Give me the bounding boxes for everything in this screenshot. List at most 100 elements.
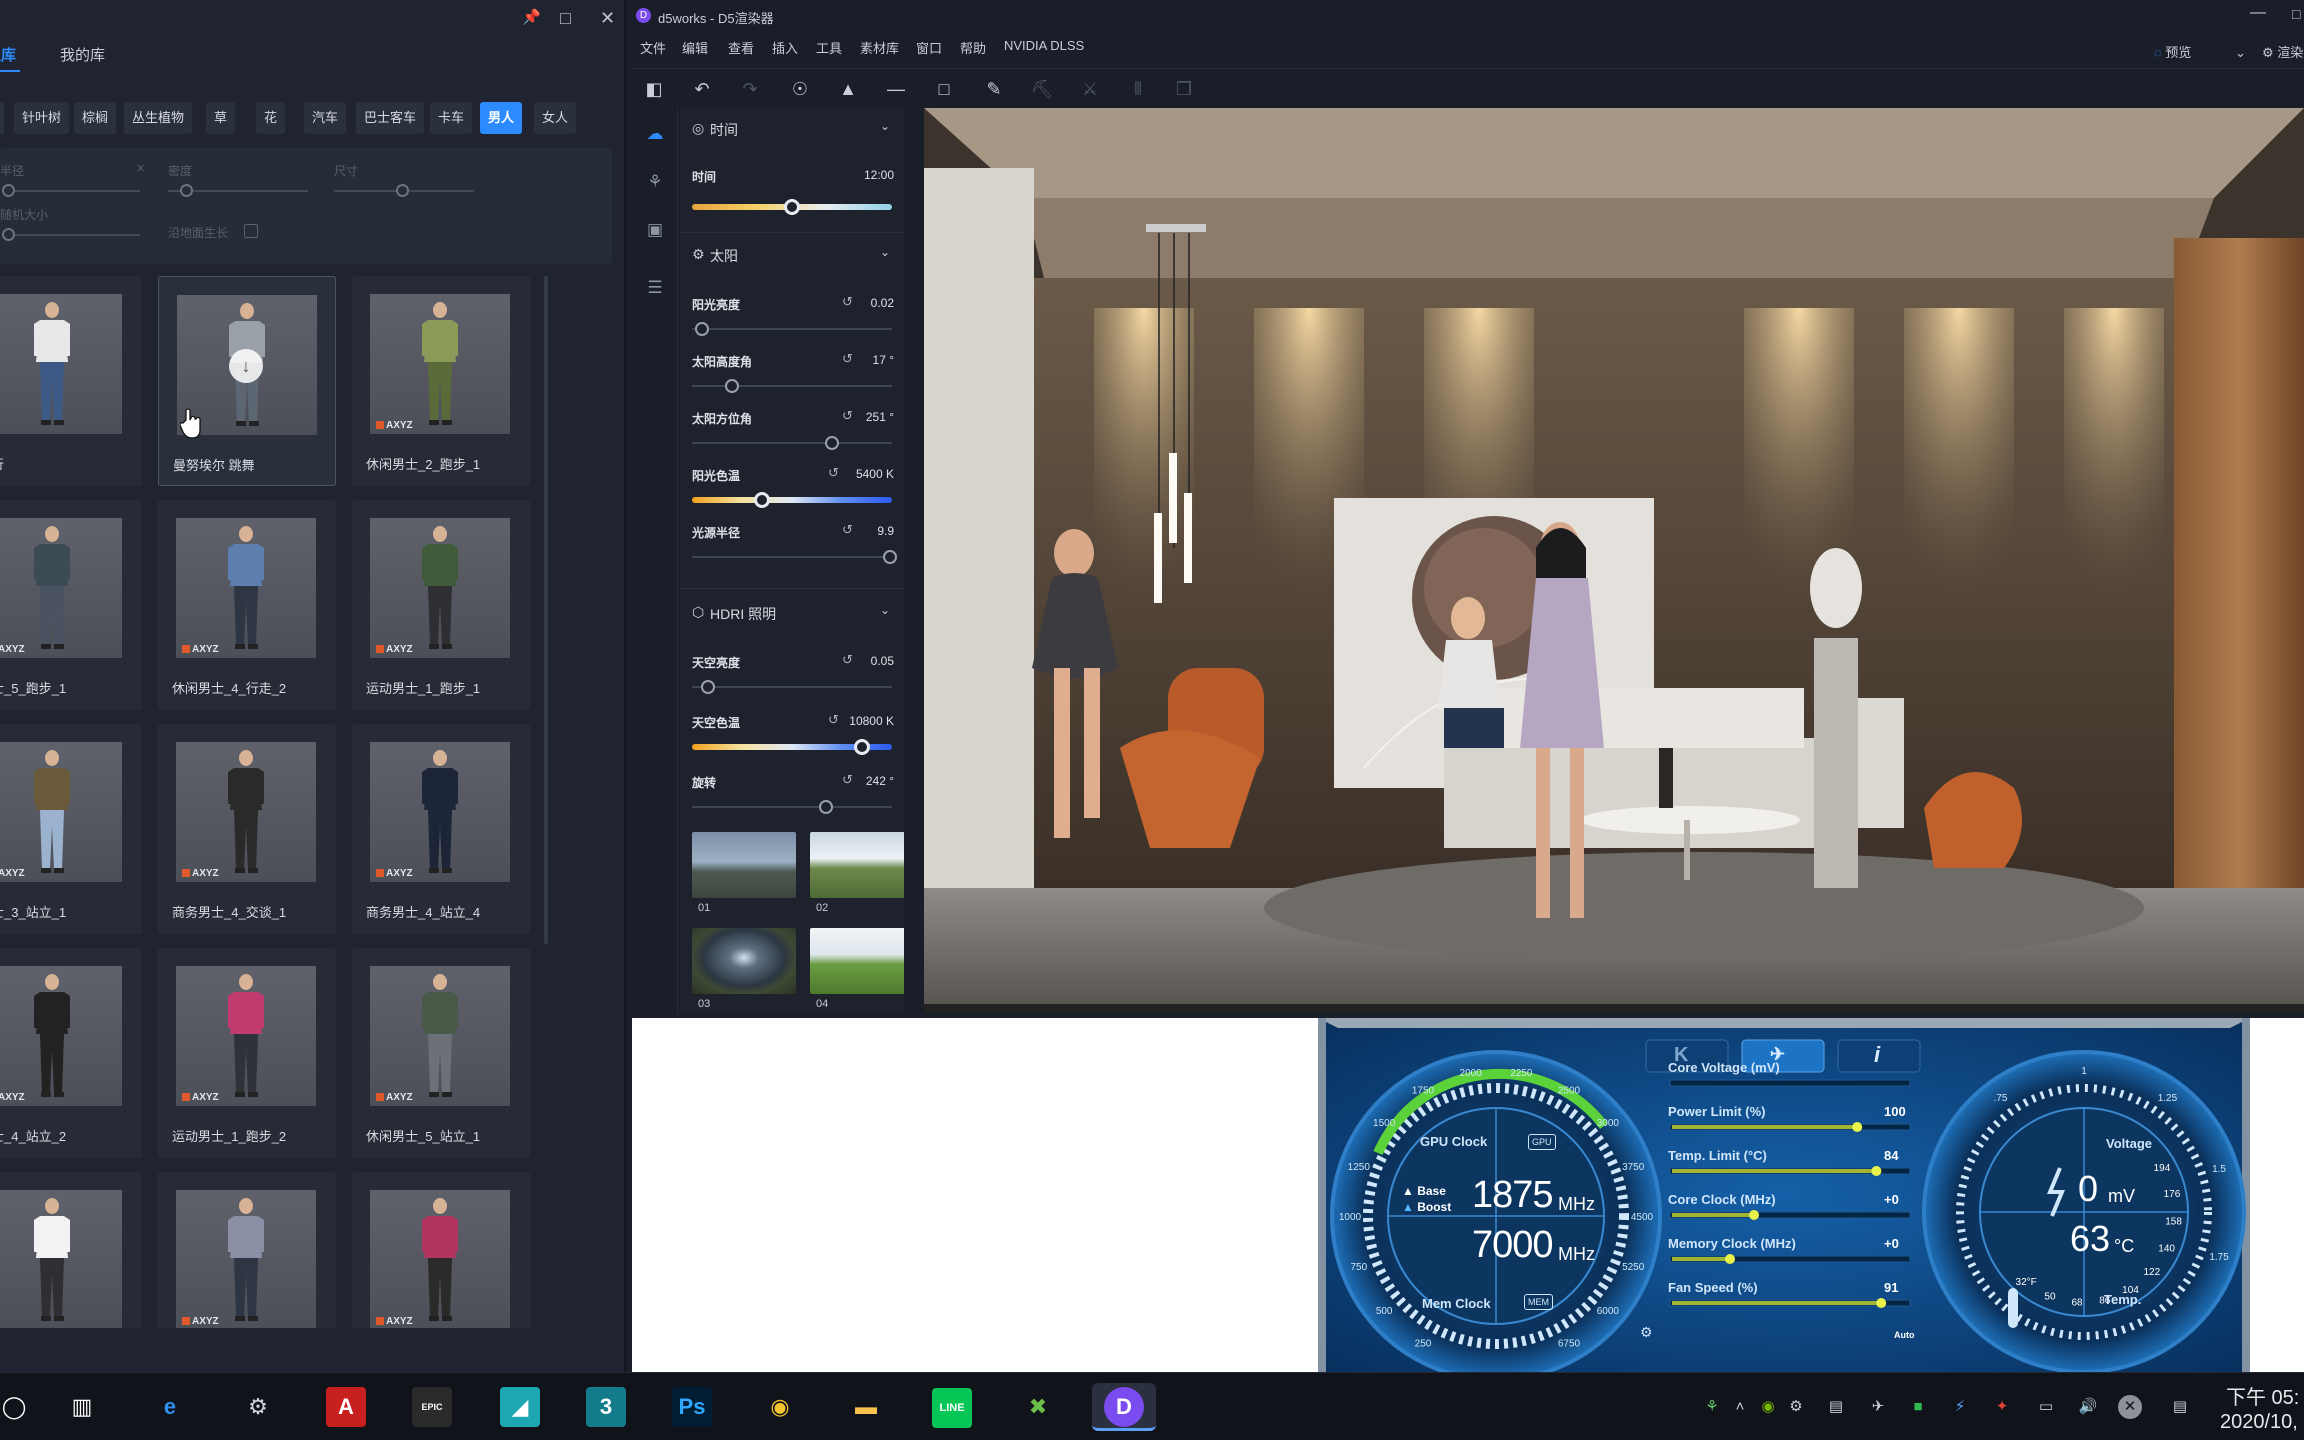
- reset-icon[interactable]: ↺: [842, 294, 853, 310]
- taskbar-task-view-button[interactable]: ▥: [50, 1383, 114, 1431]
- asset-card[interactable]: AXYZ 休闲男士_5_站立_1: [352, 948, 530, 1158]
- hdri-map-01[interactable]: [692, 832, 796, 898]
- slider-knob[interactable]: [701, 680, 715, 694]
- tray-monitor-icon[interactable]: ▭: [2034, 1395, 2058, 1419]
- menu-file[interactable]: 文件: [640, 38, 666, 57]
- ab-slider-knob[interactable]: [1876, 1298, 1887, 1308]
- menu-window[interactable]: 窗口: [916, 38, 942, 57]
- ab-slider-knob[interactable]: [1871, 1166, 1882, 1176]
- render-viewport[interactable]: [924, 108, 2304, 1012]
- category-palm[interactable]: 棕榈: [74, 102, 117, 134]
- tab-model-library[interactable]: 型库: [0, 44, 16, 65]
- fan-auto-label[interactable]: Auto: [1894, 1330, 1915, 1340]
- settings-gear-icon[interactable]: ⚙: [1640, 1324, 1653, 1341]
- menu-insert[interactable]: 插入: [772, 38, 798, 57]
- taskbar-3ds-max-2-button[interactable]: 3: [574, 1383, 638, 1431]
- reset-icon[interactable]: ↺: [842, 652, 853, 668]
- hdri-map-02[interactable]: [810, 832, 904, 898]
- download-icon[interactable]: ↓: [229, 349, 263, 383]
- copy-icon[interactable]: ❐: [1172, 77, 1196, 101]
- clock-date[interactable]: 2020/10,: [2220, 1411, 2298, 1434]
- taskbar-xbox-button[interactable]: ✖: [1006, 1383, 1070, 1431]
- reset-icon[interactable]: ↺: [842, 772, 853, 788]
- asset-card[interactable]: AXYZ 休闲男士_4_行走_2: [158, 500, 336, 710]
- tray-steam-icon[interactable]: ⚙: [1784, 1395, 1808, 1419]
- tray-acrobat-icon[interactable]: ✦: [1990, 1395, 2014, 1419]
- category-bus[interactable]: 巴士客车: [356, 102, 425, 134]
- line-icon[interactable]: —: [884, 77, 908, 101]
- category-car[interactable]: 汽车: [304, 102, 347, 134]
- category-women[interactable]: 女人: [534, 102, 577, 134]
- reset-icon[interactable]: ↺: [842, 522, 853, 538]
- slider-knob[interactable]: [825, 436, 839, 450]
- paint-icon[interactable]: ⛏: [1030, 77, 1054, 101]
- render-button[interactable]: ⚙ 渲染: [2262, 42, 2303, 61]
- asset-card[interactable]: AXYZ 休闲男士_2_跑步_1: [352, 276, 530, 486]
- camera-icon[interactable]: ▣: [643, 218, 667, 242]
- asset-card[interactable]: [0, 1172, 142, 1328]
- asset-card[interactable]: ↓ 曼努埃尔 跳舞: [158, 276, 336, 486]
- taskbar-d5-render-button[interactable]: D: [1092, 1383, 1156, 1431]
- category-flower[interactable]: 花: [256, 102, 286, 134]
- tray-nvidia-green-icon[interactable]: ⚘: [1700, 1395, 1724, 1419]
- ab-slider-knob[interactable]: [1725, 1254, 1735, 1264]
- density-knob[interactable]: [180, 184, 193, 197]
- taskbar-line-button[interactable]: LINE: [920, 1383, 984, 1431]
- menu-tools[interactable]: 工具: [816, 38, 842, 57]
- tray-device-icon[interactable]: ▤: [1824, 1395, 1848, 1419]
- sun-section-header[interactable]: ⚙ 太阳 ⌄: [680, 234, 904, 274]
- taskbar-edge-button[interactable]: e: [138, 1383, 202, 1431]
- move-icon[interactable]: ▲: [836, 77, 860, 101]
- slider-knob[interactable]: [695, 322, 709, 336]
- asset-card[interactable]: AXYZ 商务男士_4_交谈_1: [158, 724, 336, 934]
- asset-card[interactable]: AXYZ 运动男士_1_跑步_1: [352, 500, 530, 710]
- slider-knob[interactable]: [725, 379, 739, 393]
- menu-view[interactable]: 查看: [728, 38, 754, 57]
- tray-wifi-icon[interactable]: ⚡: [1948, 1395, 1972, 1419]
- time-slider-knob[interactable]: [784, 199, 800, 215]
- pin-icon[interactable]: 📌: [522, 8, 541, 26]
- lock-icon[interactable]: ✕: [136, 162, 145, 175]
- drop-to-ground-checkbox[interactable]: [244, 224, 258, 238]
- taskbar-cortana-button[interactable]: ◯: [0, 1383, 46, 1431]
- minimize-icon[interactable]: —: [2250, 4, 2266, 22]
- taskbar-photoshop-button[interactable]: Ps: [660, 1383, 724, 1431]
- asset-card[interactable]: AXYZ 商务男士_4_站立_4: [352, 724, 530, 934]
- library-scrollbar[interactable]: [544, 276, 548, 944]
- taskbar-chrome-button[interactable]: ◉: [748, 1383, 812, 1431]
- ab-slider-knob[interactable]: [1852, 1122, 1863, 1132]
- tab-my-library[interactable]: 我的库: [60, 44, 105, 65]
- input-method-icon[interactable]: ▤: [2168, 1395, 2192, 1419]
- taskbar-steam-button[interactable]: ⚙: [226, 1383, 290, 1431]
- restore-icon[interactable]: □: [2292, 6, 2300, 22]
- environment-icon[interactable]: ☁: [643, 122, 667, 146]
- taskbar-autocad-button[interactable]: A: [314, 1383, 378, 1431]
- taskbar-epic-games-button[interactable]: EPIC GAMES: [400, 1383, 464, 1431]
- scene-list-icon[interactable]: ☰: [643, 276, 667, 300]
- preview-button[interactable]: ◌ 预览 ⌄: [2154, 42, 2246, 61]
- volume-icon[interactable]: 🔊: [2076, 1395, 2100, 1419]
- panel-toggle-icon[interactable]: ◧: [642, 77, 666, 101]
- menu-nvidia-dlss[interactable]: NVIDIA DLSS: [1004, 38, 1084, 53]
- clock-time[interactable]: 下午 05:: [2226, 1381, 2299, 1410]
- tab-info[interactable]: i: [1874, 1042, 1880, 1068]
- hdri-map-03[interactable]: [692, 928, 796, 994]
- maximize-button[interactable]: □: [560, 8, 571, 29]
- asset-card[interactable]: AXYZ: [352, 1172, 530, 1328]
- tray-close-icon[interactable]: ✕: [2118, 1395, 2142, 1419]
- slider-knob[interactable]: [883, 550, 897, 564]
- slider-knob[interactable]: [819, 800, 833, 814]
- size-knob[interactable]: [396, 184, 409, 197]
- tray-nvidia-icon[interactable]: ◉: [1756, 1395, 1780, 1419]
- radius-knob[interactable]: [2, 184, 15, 197]
- materials-icon[interactable]: ⚘: [643, 170, 667, 194]
- menu-edit[interactable]: 编辑: [682, 38, 708, 57]
- taskbar-3ds-max-button[interactable]: ◢: [488, 1383, 552, 1431]
- taskbar-file-explorer-button[interactable]: ▬: [834, 1383, 898, 1431]
- reset-icon[interactable]: ↺: [842, 351, 853, 367]
- tray-chevron-icon[interactable]: ˄: [1728, 1395, 1752, 1419]
- category-grass[interactable]: 草: [206, 102, 236, 134]
- menu-asset-library[interactable]: 素材库: [860, 38, 899, 57]
- mirror-icon[interactable]: ⫴: [1126, 77, 1150, 101]
- close-button[interactable]: ✕: [600, 8, 615, 29]
